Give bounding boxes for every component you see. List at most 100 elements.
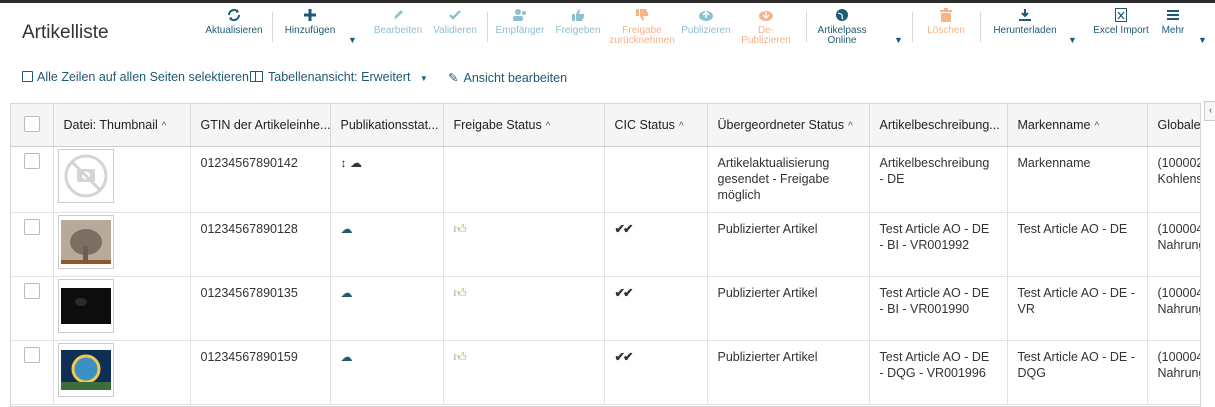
header-select-all[interactable]	[11, 104, 54, 147]
menu-icon	[1158, 8, 1188, 24]
table-view-dropdown[interactable]: Tabellenansicht: Erweitert ▼	[250, 70, 428, 84]
row-checkbox[interactable]	[23, 283, 40, 299]
toolbar-separator	[980, 12, 981, 42]
cloud-download-icon	[740, 8, 792, 24]
row-select-cell[interactable]	[11, 276, 54, 341]
edit-button[interactable]: Bearbeiten	[370, 8, 426, 36]
toolbar: Aktualisieren Hinzufügen ▼ Bearbeiten Va…	[0, 0, 1215, 62]
add-dropdown-caret[interactable]: ▼	[348, 35, 357, 45]
edit-label: Bearbeiten	[373, 25, 423, 36]
column-header-description[interactable]: Artikelbeschreibung...	[869, 104, 1008, 147]
release-status-cell	[443, 146, 605, 213]
panel-collapse-toggle[interactable]: ‹	[1204, 101, 1215, 121]
table-row[interactable]: 01234567890135 ☁ 👍︎ ✔✔ Publizierter Arti…	[11, 276, 1201, 341]
refresh-button[interactable]: Aktualisieren	[203, 8, 265, 36]
toolbar-separator	[487, 12, 488, 42]
edit-view-link[interactable]: ✎ Ansicht bearbeiten	[448, 70, 567, 85]
add-label: Hinzufügen	[284, 25, 336, 36]
pencil-icon: ✎	[448, 71, 459, 85]
more-label: Mehr	[1161, 25, 1185, 36]
validate-label: Validieren	[433, 25, 477, 36]
more-dropdown-caret[interactable]: ▼	[1198, 35, 1207, 45]
header-row: Datei: Thumbnail ^ GTIN der Artikeleinhe.…	[11, 104, 1200, 147]
publication-status-cell: ↕ ☁	[330, 146, 444, 213]
column-label: Freigabe Status	[453, 118, 542, 132]
row-select-cell[interactable]	[11, 212, 54, 277]
description-cell: Test Article AO - DE - BI - VR001992	[869, 212, 1008, 277]
sort-icon: ^	[678, 121, 684, 132]
sort-icon: ^	[161, 121, 167, 132]
parent-status-cell: Publizierter Artikel	[707, 340, 870, 405]
column-label: CIC Status	[614, 118, 675, 132]
download-dropdown-caret[interactable]: ▼	[1068, 35, 1077, 45]
column-label: Übergeordneter Status	[717, 118, 844, 132]
publish-button[interactable]: Publizieren	[680, 8, 732, 36]
more-button[interactable]: Mehr	[1158, 8, 1188, 36]
sort-icon: ^	[545, 121, 551, 132]
header-checkbox[interactable]	[23, 115, 40, 132]
thumbnail-cell[interactable]	[53, 276, 191, 341]
column-header-publication-status[interactable]: Publikationsstat...	[330, 104, 444, 147]
column-label: GTIN der Artikeleinhe...	[200, 118, 330, 132]
double-check-icon: ✔✔	[614, 350, 634, 364]
parent-status-cell: Publizierter Artikel	[707, 276, 870, 341]
toolbar-separator	[912, 12, 913, 42]
sort-icon: ^	[847, 121, 853, 132]
release-status-cell: 👍︎	[443, 276, 605, 341]
publish-label: Publizieren	[681, 25, 731, 36]
global-cell: (100004 Nahrung	[1147, 340, 1201, 405]
select-all-link[interactable]: Alle Zeilen auf allen Seiten selektieren	[22, 70, 249, 84]
double-check-icon: ✔✔	[614, 222, 634, 236]
release-label: Freigeben	[555, 25, 601, 36]
square-icon	[22, 71, 33, 82]
table-row[interactable]: 01234567890128 ☁ 👍︎ ✔✔ Publizierter Arti…	[11, 212, 1201, 277]
row-select-cell[interactable]	[11, 340, 54, 405]
validate-button[interactable]: Validieren	[430, 8, 480, 36]
table-row[interactable]: 01234567890142 ↕ ☁ Artikelaktualisierung…	[11, 146, 1200, 213]
edit-view-label: Ansicht bearbeiten	[463, 71, 568, 85]
unpublish-button[interactable]: De- Publizieren	[740, 8, 792, 46]
cloud-icon: ☁	[349, 156, 362, 170]
users-icon	[494, 8, 546, 24]
gtin-cell: 01234567890135	[190, 276, 331, 341]
column-header-parent-status[interactable]: Übergeordneter Status ^	[707, 104, 870, 147]
excel-import-button[interactable]: Excel Import	[1090, 8, 1152, 36]
table-row[interactable]: 01234567890159 ☁ 👍︎ ✔✔ Publizierter Arti…	[11, 340, 1201, 405]
row-checkbox[interactable]	[23, 347, 40, 363]
article-pass-online-button[interactable]: Artikelpass Online	[814, 8, 870, 46]
add-button[interactable]: Hinzufügen	[281, 8, 339, 36]
row-checkbox[interactable]	[23, 219, 40, 235]
row-select-cell[interactable]	[11, 146, 54, 213]
column-header-release-status[interactable]: Freigabe Status ^	[443, 104, 605, 147]
download-button[interactable]: Herunterladen	[992, 8, 1058, 36]
column-header-gtin[interactable]: GTIN der Artikeleinhe...	[190, 104, 331, 147]
global-line-1: (100004	[1157, 350, 1201, 364]
revoke-label-2: zurücknehmen	[609, 35, 675, 46]
global-line-1: (100004	[1157, 286, 1201, 300]
sync-arrows-icon: ↕	[340, 156, 347, 170]
article-pass-dropdown-caret[interactable]: ▼	[894, 35, 903, 45]
column-header-brand[interactable]: Markenname ^	[1007, 104, 1148, 147]
column-header-global[interactable]: Globale l	[1147, 104, 1200, 147]
cloud-icon: ☁	[340, 222, 353, 236]
select-all-label: Alle Zeilen auf allen Seiten selektieren	[37, 70, 249, 84]
thumbnail-cell[interactable]	[53, 340, 191, 405]
delete-label: Löschen	[927, 25, 965, 36]
elephant-thumbnail	[57, 215, 114, 269]
release-button[interactable]: Freigeben	[552, 8, 604, 36]
column-label: Publikationsstat...	[340, 118, 439, 132]
column-header-thumbnail[interactable]: Datei: Thumbnail ^	[53, 104, 191, 147]
global-line-1: (100004	[1157, 222, 1201, 236]
excel-icon	[1090, 8, 1152, 24]
thumbnail-cell[interactable]	[53, 212, 191, 277]
row-checkbox[interactable]	[23, 153, 40, 169]
revoke-release-button[interactable]: Freigabe zurücknehmen	[608, 8, 676, 46]
recipients-button[interactable]: Empfänger	[494, 8, 546, 36]
brand-cell: Test Article AO - DE - DQG	[1007, 340, 1148, 405]
thumbnail-cell[interactable]	[53, 146, 191, 213]
cloud-upload-icon	[680, 8, 732, 24]
delete-button[interactable]: Löschen	[926, 8, 966, 36]
article-pass-label-2: Online	[827, 35, 857, 46]
column-header-cic-status[interactable]: CIC Status ^	[604, 104, 708, 147]
parent-status-cell: Publizierter Artikel	[707, 212, 870, 277]
